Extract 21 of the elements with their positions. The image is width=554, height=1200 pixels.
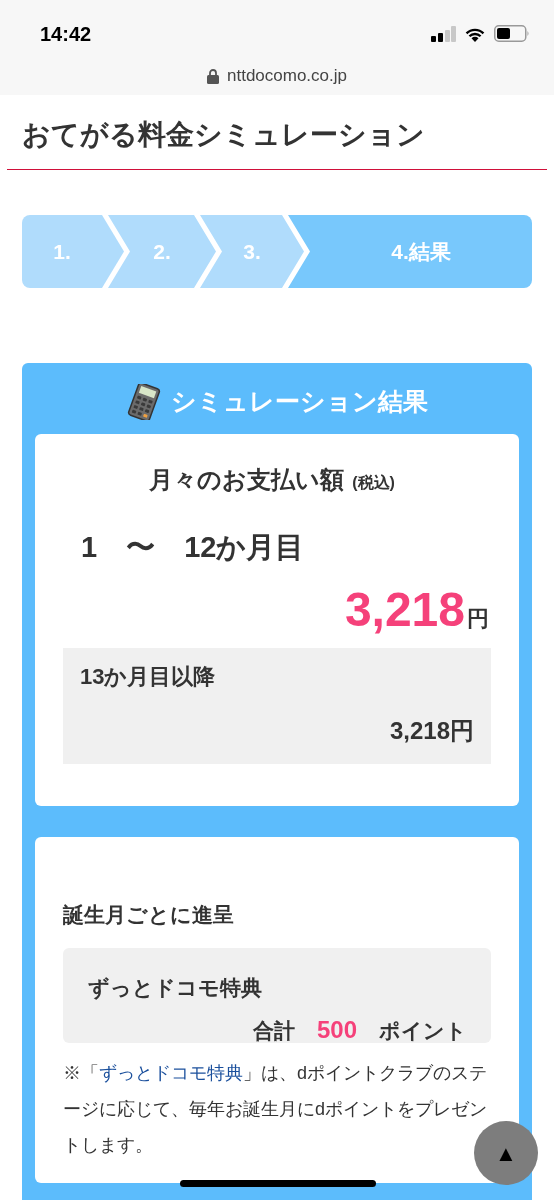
benefit-heading: 誕生月ごとに進呈 bbox=[63, 901, 234, 928]
benefit-name: ずっとドコモ特典 bbox=[88, 975, 262, 1002]
page-title: おてがる料金シミュレーション bbox=[22, 118, 425, 152]
status-time: 14:42 bbox=[40, 21, 92, 47]
total-label: 合計 bbox=[252, 1017, 295, 1044]
signal-icon bbox=[431, 25, 456, 42]
period-label: 1 〜 12か月目 bbox=[80, 530, 306, 565]
url-text[interactable]: nttdocomo.co.jp bbox=[227, 65, 347, 87]
panel-title: シミュレーション結果 bbox=[170, 385, 428, 417]
tax-note: (税込) bbox=[352, 473, 395, 493]
points-value: 500 bbox=[316, 1014, 357, 1045]
price-amount: 3,218 bbox=[344, 581, 465, 638]
benefit-link[interactable]: ずっとドコモ特典 bbox=[99, 1063, 243, 1083]
home-indicator[interactable] bbox=[180, 1180, 376, 1187]
monthly-heading: 月々のお支払い額 bbox=[149, 465, 345, 495]
battery-icon bbox=[494, 25, 530, 42]
later-price: 3,218円 bbox=[389, 715, 474, 746]
lock-icon bbox=[207, 69, 219, 84]
points-unit: ポイント bbox=[379, 1017, 467, 1044]
currency-unit: 円 bbox=[467, 604, 489, 633]
later-label: 13か月目以降 bbox=[80, 662, 217, 691]
